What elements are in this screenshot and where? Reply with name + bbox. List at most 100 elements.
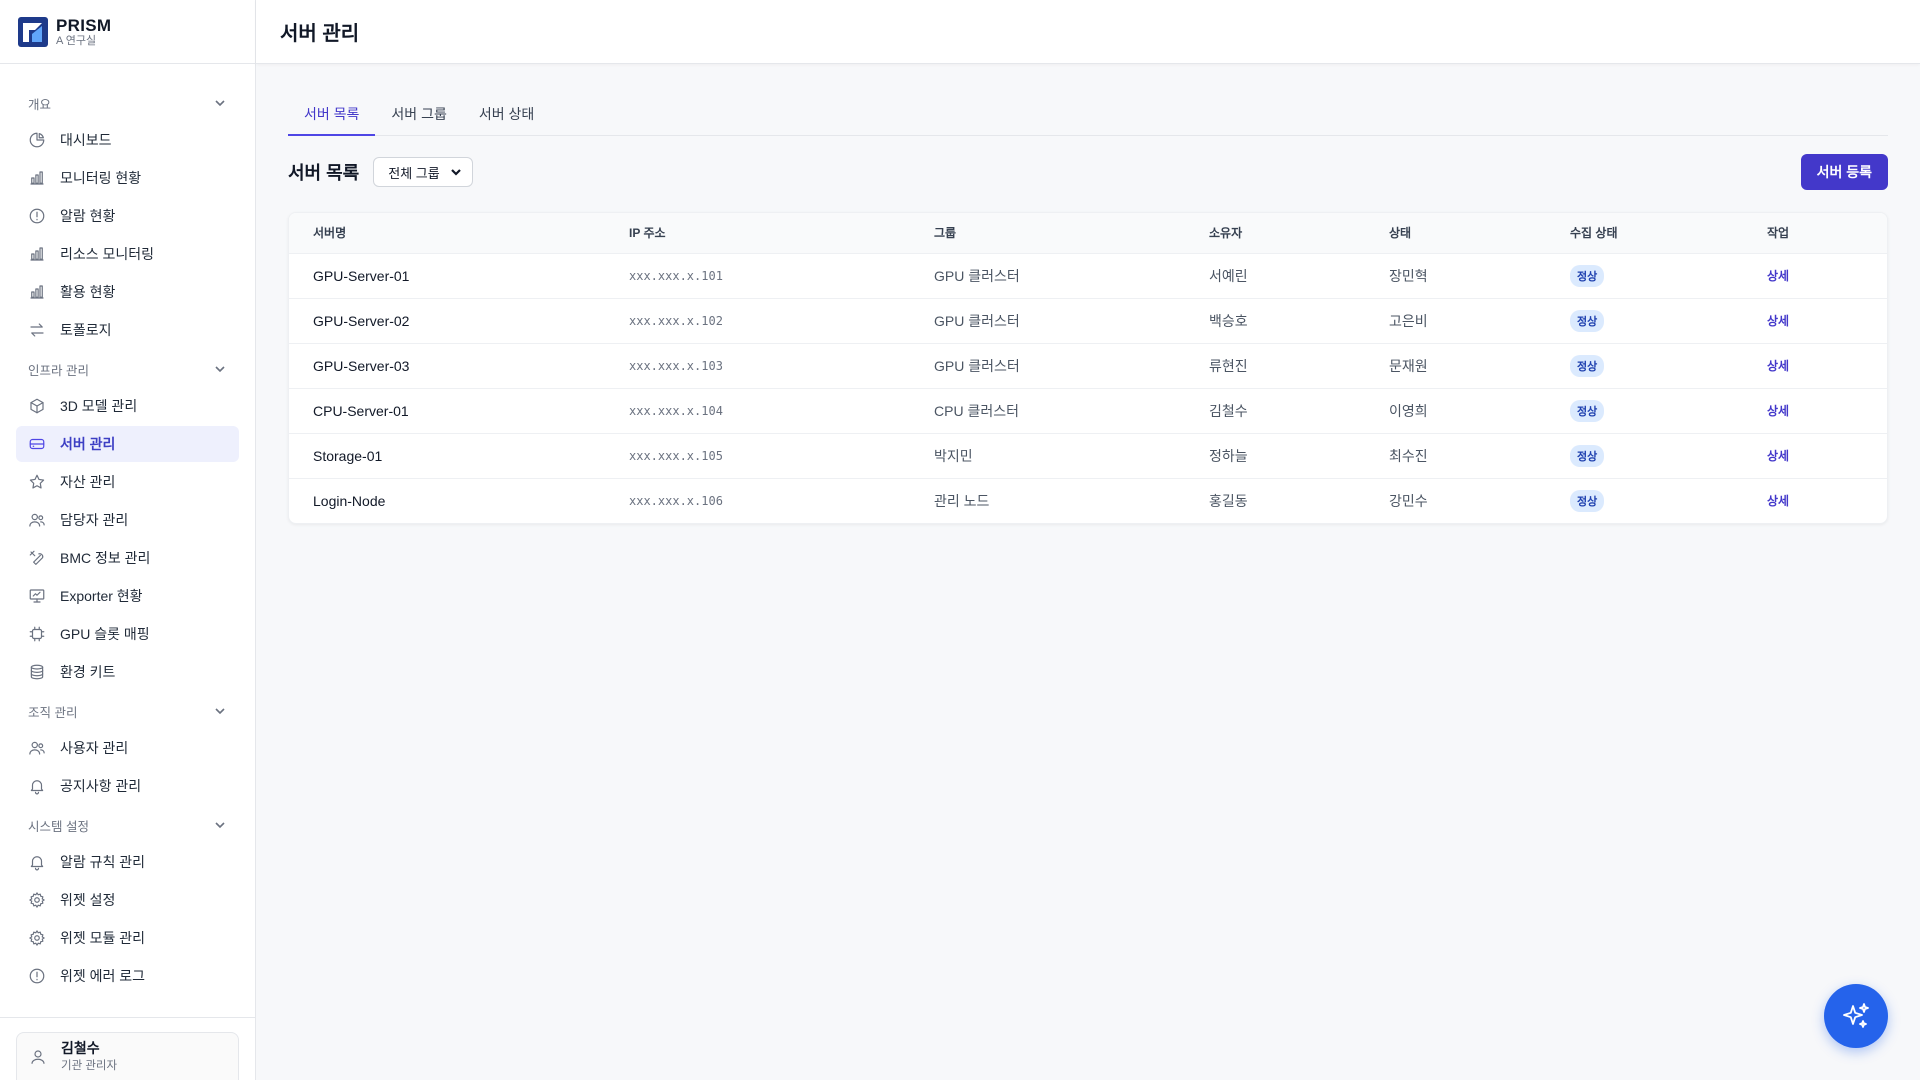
cell-owner: 홍길동 bbox=[1209, 492, 1248, 509]
sidebar-item[interactable]: 리소스 모니터링 bbox=[16, 236, 239, 272]
sidebar-item[interactable]: 사용자 관리 bbox=[16, 730, 239, 766]
sidebar-item-label: 담당자 관리 bbox=[60, 512, 129, 528]
sidebar-section-header[interactable]: 시스템 설정 bbox=[16, 806, 239, 844]
user-card[interactable]: 김철수 기관 관리자 bbox=[16, 1032, 239, 1080]
cell-owner: 류현진 bbox=[1209, 357, 1248, 374]
cell-action: 상세 bbox=[1743, 298, 1887, 343]
detail-link[interactable]: 상세 bbox=[1767, 494, 1789, 508]
sidebar-section-header[interactable]: 인프라 관리 bbox=[16, 350, 239, 388]
detail-link[interactable]: 상세 bbox=[1767, 314, 1789, 328]
sidebar-section-header[interactable]: 조직 관리 bbox=[16, 692, 239, 730]
sidebar-item[interactable]: 서버 관리 bbox=[16, 426, 239, 462]
table-row[interactable]: GPU-Server-03 xxx.xxx.x.103 GPU 클러스터 류현진 문재원… bbox=[289, 343, 1887, 388]
server-table-card: 서버명 IP 주소 그룹 소유자 상태 수집 상태 작업 GPU-Server-… bbox=[288, 212, 1888, 524]
cell-collect-status: 정상 bbox=[1546, 388, 1743, 433]
sidebar-item[interactable]: 환경 키트 bbox=[16, 654, 239, 690]
cell-owner: 백승호 bbox=[1209, 312, 1248, 329]
tab-server-list[interactable]: 서버 목록 bbox=[288, 96, 376, 136]
main-content: 서버 목록 서버 그룹 서버 상태 서버 목록 전체 그룹 서버 등록 서버명 … bbox=[288, 96, 1888, 524]
column-header-status[interactable]: 상태 bbox=[1365, 213, 1546, 253]
cell-status: 고은비 bbox=[1389, 312, 1428, 329]
table-row[interactable]: Storage-01 xxx.xxx.x.105 박지민 정하늘 최수진 정상 상세 bbox=[289, 433, 1887, 478]
sidebar-item[interactable]: 위젯 에러 로그 bbox=[16, 958, 239, 994]
sidebar-section-title: 조직 관리 bbox=[28, 705, 78, 720]
tab-server-group[interactable]: 서버 그룹 bbox=[375, 96, 462, 136]
users-icon bbox=[28, 511, 46, 529]
cell-group: CPU 클러스터 bbox=[934, 402, 1019, 419]
cell-group: GPU 클러스터 bbox=[934, 357, 1020, 374]
detail-link[interactable]: 상세 bbox=[1767, 269, 1789, 283]
chip-icon bbox=[28, 625, 46, 643]
sidebar-item[interactable]: 활용 현황 bbox=[16, 274, 239, 310]
sidebar-item-label: 3D 모델 관리 bbox=[60, 398, 138, 414]
detail-link[interactable]: 상세 bbox=[1767, 404, 1789, 418]
table-row[interactable]: CPU-Server-01 xxx.xxx.x.104 CPU 클러스터 김철수 이영희… bbox=[289, 388, 1887, 433]
star-icon bbox=[28, 473, 46, 491]
bell-icon bbox=[28, 777, 46, 795]
table-header-row: 서버명 IP 주소 그룹 소유자 상태 수집 상태 작업 bbox=[289, 213, 1887, 253]
sidebar: PRISM A 연구실 개요대시보드모니터링 현황 알람 현황 리소스 모니터링활용… bbox=[0, 0, 256, 1080]
sidebar-item[interactable]: 위젯 모듈 관리 bbox=[16, 920, 239, 956]
cell-action: 상세 bbox=[1743, 433, 1887, 478]
sidebar-item[interactable]: 토폴로지 bbox=[16, 312, 239, 348]
ai-assistant-button[interactable] bbox=[1824, 984, 1888, 1048]
column-header-action: 작업 bbox=[1767, 226, 1790, 241]
sidebar-section-header[interactable]: 개요 bbox=[16, 84, 239, 122]
tab-bar: 서버 목록 서버 그룹 서버 상태 bbox=[288, 96, 1888, 136]
column-header-name[interactable]: 서버명 bbox=[289, 213, 605, 253]
status-badge: 정상 bbox=[1570, 399, 1605, 422]
sidebar-section-title: 개요 bbox=[28, 97, 52, 112]
column-header-ip[interactable]: IP 주소 bbox=[605, 213, 910, 253]
column-header-group[interactable]: 그룹 bbox=[910, 213, 1185, 253]
sidebar-item-label: Exporter 현황 bbox=[60, 588, 143, 604]
detail-link[interactable]: 상세 bbox=[1767, 449, 1789, 463]
brand-name: PRISM bbox=[56, 15, 112, 35]
sidebar-item[interactable]: 모니터링 현황 bbox=[16, 160, 239, 196]
cell-action: 상세 bbox=[1743, 343, 1887, 388]
brand[interactable]: PRISM A 연구실 bbox=[0, 0, 255, 64]
cell-ip-address: xxx.xxx.x.106 bbox=[629, 493, 723, 508]
prism-logo-icon bbox=[18, 16, 48, 47]
users-icon bbox=[28, 739, 46, 757]
tab-server-status[interactable]: 서버 상태 bbox=[463, 96, 550, 136]
sidebar-item[interactable]: 대시보드 bbox=[16, 122, 239, 158]
cell-server-name: Storage-01 bbox=[313, 447, 383, 464]
detail-link[interactable]: 상세 bbox=[1767, 359, 1789, 373]
arrows-swap-icon bbox=[28, 321, 46, 339]
sidebar-item-label: 활용 현황 bbox=[60, 284, 116, 300]
table-row[interactable]: GPU-Server-02 xxx.xxx.x.102 GPU 클러스터 백승호 고은비… bbox=[289, 298, 1887, 343]
group-filter-select[interactable]: 전체 그룹 bbox=[373, 157, 473, 187]
table-row[interactable]: GPU-Server-01 xxx.xxx.x.101 GPU 클러스터 서예린 장민혁… bbox=[289, 253, 1887, 298]
sidebar-item[interactable]: 위젯 설정 bbox=[16, 882, 239, 918]
sidebar-item[interactable]: 알람 현황 bbox=[16, 198, 239, 234]
sidebar-item[interactable]: Exporter 현황 bbox=[16, 578, 239, 614]
sidebar-item[interactable]: 공지사항 관리 bbox=[16, 768, 239, 804]
cell-ip-address: xxx.xxx.x.102 bbox=[629, 313, 723, 328]
sidebar-item-label: GPU 슬롯 매핑 bbox=[60, 626, 150, 642]
register-server-button[interactable]: 서버 등록 bbox=[1800, 154, 1888, 190]
cell-collect-status: 정상 bbox=[1546, 478, 1743, 523]
cell-ip-address: xxx.xxx.x.103 bbox=[629, 358, 723, 373]
list-title: 서버 목록 bbox=[288, 163, 360, 183]
table-row[interactable]: Login-Node xxx.xxx.x.106 관리 노드 홍길동 강민수 정상 상세 bbox=[289, 478, 1887, 523]
cell-action: 상세 bbox=[1743, 253, 1887, 298]
sidebar-item[interactable]: 자산 관리 bbox=[16, 464, 239, 500]
chevron-down-icon bbox=[215, 366, 225, 373]
sidebar-item[interactable]: 3D 모델 관리 bbox=[16, 388, 239, 424]
sidebar-item[interactable]: 알람 규칙 관리 bbox=[16, 844, 239, 880]
sidebar-item[interactable]: 담당자 관리 bbox=[16, 502, 239, 538]
sidebar-item[interactable]: GPU 슬롯 매핑 bbox=[16, 616, 239, 652]
sidebar-item-label: 대시보드 bbox=[60, 132, 112, 148]
cell-server-name: CPU-Server-01 bbox=[313, 402, 409, 419]
cell-collect-status: 정상 bbox=[1546, 298, 1743, 343]
column-header-collect-status[interactable]: 수집 상태 bbox=[1546, 213, 1743, 253]
server-icon bbox=[28, 435, 46, 453]
sidebar-item-label: 자산 관리 bbox=[60, 474, 116, 490]
sidebar-item[interactable]: BMC 정보 관리 bbox=[16, 540, 239, 576]
chevron-down-icon bbox=[450, 169, 461, 176]
column-header-owner[interactable]: 소유자 bbox=[1185, 213, 1365, 253]
cell-ip-address: xxx.xxx.x.101 bbox=[629, 268, 723, 283]
sidebar-section-title: 시스템 설정 bbox=[28, 819, 89, 834]
gear-icon bbox=[28, 929, 46, 947]
sidebar-item-label: 위젯 에러 로그 bbox=[60, 968, 146, 984]
